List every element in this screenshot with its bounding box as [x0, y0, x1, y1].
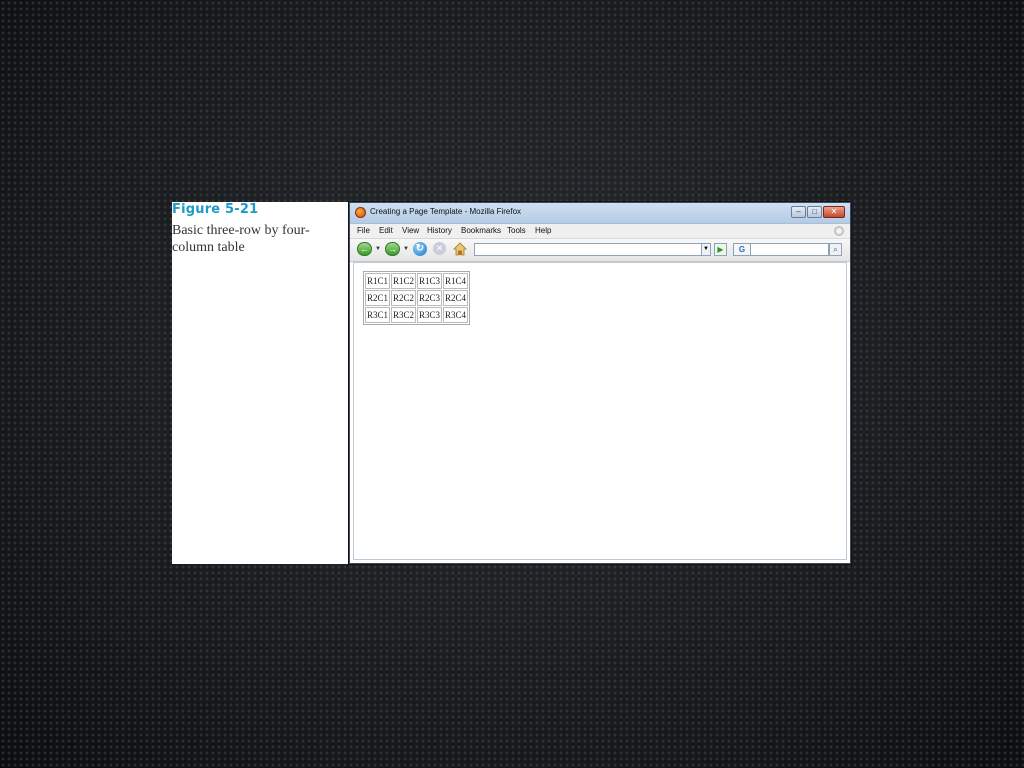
menu-tools[interactable]: Tools — [507, 226, 526, 235]
search-engine-icon[interactable]: G — [733, 243, 751, 256]
table-cell: R3C1 — [365, 307, 391, 323]
table-row: R2C1 R2C2 R2C3 R2C4 — [365, 290, 469, 306]
table-cell: R1C4 — [443, 273, 469, 289]
maximize-button[interactable]: □ — [807, 206, 822, 218]
menu-bookmarks[interactable]: Bookmarks — [461, 226, 501, 235]
table-cell: R2C1 — [365, 290, 391, 306]
title-bar[interactable]: Creating a Page Template - Mozilla Firef… — [350, 203, 850, 224]
stop-icon[interactable]: ✕ — [433, 242, 446, 255]
data-table: R1C1 R1C2 R1C3 R1C4 R2C1 R2C2 R2C3 R2C4 R3C1 R3C2… — [363, 271, 471, 325]
forward-history-dropdown-icon[interactable]: ▼ — [403, 246, 409, 252]
figure-label: Figure 5-21 — [172, 202, 259, 217]
minimize-button[interactable]: – — [791, 206, 806, 218]
address-bar-input[interactable] — [474, 243, 702, 256]
browser-window: Creating a Page Template - Mozilla Firef… — [349, 202, 851, 564]
window-title: Creating a Page Template - Mozilla Firef… — [370, 207, 522, 216]
table-cell: R3C2 — [391, 307, 417, 323]
figure-caption: Basic three-row by four-column table — [172, 223, 310, 255]
menu-edit[interactable]: Edit — [379, 226, 393, 235]
navigation-toolbar: ← ▼ → ▼ ↻ ✕ ▼ ▶ G ⌕ — [350, 239, 850, 262]
activity-indicator-icon — [834, 226, 844, 236]
table-cell: R3C4 — [443, 307, 469, 323]
home-icon[interactable] — [453, 242, 467, 256]
table-cell: R2C3 — [417, 290, 443, 306]
table-cell: R1C1 — [365, 273, 391, 289]
reload-icon[interactable]: ↻ — [413, 242, 427, 256]
figure-panel: Figure 5-21 Basic three-row by four-colu… — [172, 202, 349, 564]
menu-help[interactable]: Help — [535, 226, 551, 235]
address-dropdown-icon[interactable]: ▼ — [701, 243, 711, 256]
table-row: R1C1 R1C2 R1C3 R1C4 — [365, 273, 469, 289]
menu-history[interactable]: History — [427, 226, 452, 235]
forward-icon[interactable]: → — [385, 242, 400, 256]
search-input[interactable] — [751, 243, 829, 256]
go-icon[interactable]: ▶ — [714, 243, 727, 256]
back-icon[interactable]: ← — [357, 242, 372, 256]
table-cell: R2C4 — [443, 290, 469, 306]
table-cell: R1C3 — [417, 273, 443, 289]
menu-view[interactable]: View — [402, 226, 419, 235]
menu-file[interactable]: File — [357, 226, 370, 235]
page-content: R1C1 R1C2 R1C3 R1C4 R2C1 R2C2 R2C3 R2C4 R3C1 R3C2… — [353, 262, 847, 560]
back-history-dropdown-icon[interactable]: ▼ — [375, 246, 381, 252]
close-button[interactable]: ✕ — [823, 206, 845, 218]
search-icon[interactable]: ⌕ — [829, 243, 842, 256]
table-cell: R2C2 — [391, 290, 417, 306]
table-cell: R3C3 — [417, 307, 443, 323]
table-row: R3C1 R3C2 R3C3 R3C4 — [365, 307, 469, 323]
menu-bar: File Edit View History Bookmarks Tools H… — [350, 224, 850, 239]
firefox-icon — [355, 207, 366, 218]
table-cell: R1C2 — [391, 273, 417, 289]
